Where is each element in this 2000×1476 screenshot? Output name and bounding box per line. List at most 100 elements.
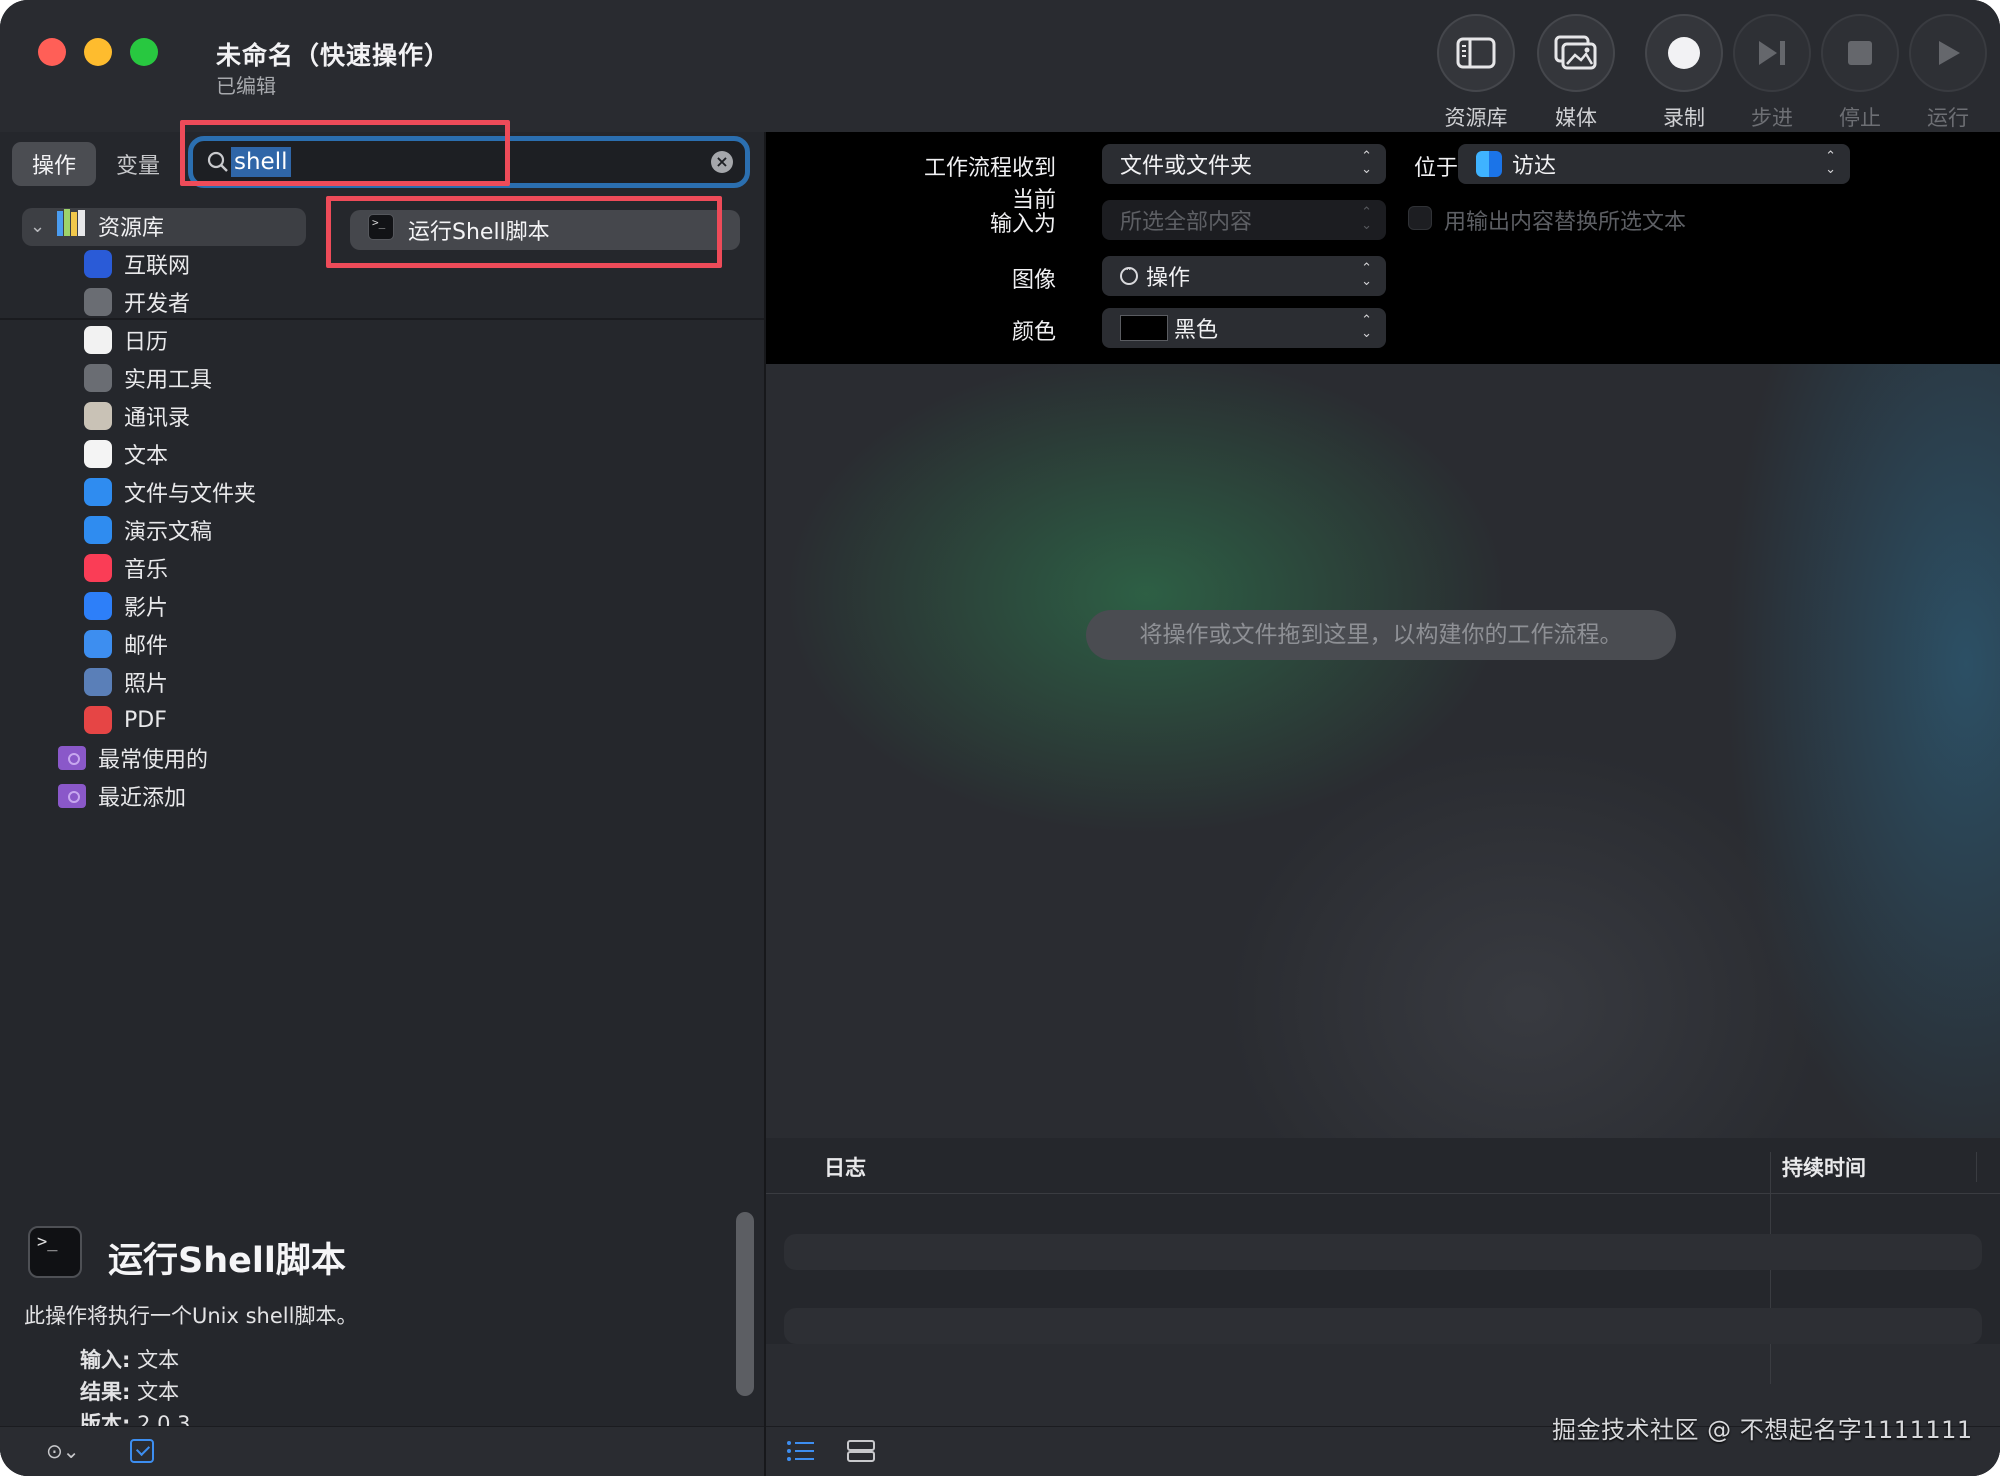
sidebar-item-label: 开发者 [124, 292, 191, 317]
close-window-button[interactable] [38, 38, 66, 66]
sidebar-item-quicktime[interactable]: 影片 [84, 588, 168, 624]
sidebar-item-tools[interactable]: 开发者 [84, 284, 190, 320]
tab-variables[interactable]: 变量 [96, 142, 180, 186]
log-column-header[interactable]: 日志 [824, 1152, 866, 1182]
keynote-icon [84, 516, 112, 544]
globe-icon [84, 250, 112, 278]
clear-search-icon[interactable]: × [711, 151, 733, 173]
tools-icon [84, 288, 112, 316]
sidebar-item-keynote[interactable]: 演示文稿 [84, 512, 212, 548]
workflow-canvas[interactable]: 将操作或文件拖到这里，以构建你的工作流程。 [766, 364, 2000, 1270]
window-title: 未命名（快速操作） [216, 41, 451, 70]
library-toolbar-button[interactable]: 资源库 [1428, 14, 1524, 130]
smart-group-item[interactable]: 最近添加 [58, 778, 186, 814]
input-value: 文本 [137, 1348, 180, 1372]
text-icon [84, 440, 112, 468]
chevron-updown-icon: ⌃ ⌄ [1825, 149, 1836, 177]
sidebar-icon [1456, 37, 1496, 69]
replace-selected-text-checkbox[interactable] [1408, 206, 1432, 230]
chevron-updown-icon: ⌃ ⌄ [1361, 205, 1372, 233]
input-is-popup[interactable]: 所选全部内容 ⌃ ⌄ [1102, 200, 1386, 240]
sidebar-item-utilities[interactable]: 实用工具 [84, 360, 212, 396]
smart-group-label: 最近添加 [98, 786, 187, 811]
smart-folder-icon [58, 784, 86, 808]
sidebar-item-label: 音乐 [124, 558, 169, 583]
image-label: 图像 [1011, 268, 1056, 293]
color-popup[interactable]: 黑色 ⌃ ⌄ [1102, 308, 1386, 348]
media-toolbar-button[interactable]: 媒体 [1528, 14, 1624, 130]
version-label: 版本: [80, 1412, 131, 1426]
run-toolbar-button[interactable]: 运行 [1900, 14, 1996, 130]
receives-popup[interactable]: 文件或文件夹 ⌃ ⌄ [1102, 144, 1386, 184]
minimize-window-button[interactable] [84, 38, 112, 66]
utilities-icon [84, 364, 112, 392]
action-icon [1120, 263, 1138, 285]
description-scrollbar[interactable] [736, 1212, 754, 1396]
image-popup[interactable]: 操作 ⌃⌄ [1102, 256, 1386, 296]
duration-column-header[interactable]: 持续时间 [1782, 1152, 1866, 1182]
description-input: 输入: 文本 [80, 1344, 179, 1374]
description-text: 此操作将执行一个Unix shell脚本。 [24, 1304, 358, 1328]
sidebar-item-pdf[interactable]: PDF [84, 702, 167, 738]
sidebar-item-globe[interactable]: 互联网 [84, 246, 190, 282]
receives-label: 工作流程收到当前 [923, 156, 1056, 213]
sidebar-item-finder[interactable]: 文件与文件夹 [84, 474, 256, 510]
step-icon [1759, 41, 1785, 65]
stop-toolbar-button[interactable]: 停止 [1812, 14, 1908, 130]
chevron-down-icon[interactable]: ⌄ [30, 216, 45, 237]
zoom-window-button[interactable] [130, 38, 158, 66]
sidebar-item-calendar[interactable]: 日历 [84, 322, 168, 358]
automator-window: 未命名（快速操作） 已编辑 资源库 媒体 录制 步进 停止 运行 操作 变量 s… [0, 0, 2000, 1476]
pdf-icon [84, 706, 112, 734]
stop-toolbar-label: 停止 [1839, 106, 1881, 130]
run-toolbar-label: 运行 [1927, 106, 1969, 130]
in-app-value: 访达 [1512, 154, 1557, 179]
tab-actions[interactable]: 操作 [12, 142, 97, 186]
chevron-updown-icon: ⌃ ⌄ [1361, 149, 1372, 177]
image-value: 操作 [1146, 266, 1191, 291]
sidebar-item-text[interactable]: 文本 [84, 436, 168, 472]
workflow-pane: 工作流程收到当前 文件或文件夹 ⌃ ⌄ 位于 访达 ⌃ ⌄ 输入为 所选全部内容 ⌃… [766, 132, 2000, 1476]
run-icon [1939, 41, 1960, 65]
sidebar-item-camera[interactable]: 照片 [84, 664, 168, 700]
finder-icon [1476, 151, 1502, 177]
log-row [784, 1234, 1982, 1270]
sidebar-item-label: 通讯录 [124, 406, 191, 431]
split-view-icon[interactable] [846, 1439, 876, 1463]
sidebar-item-music[interactable]: 音乐 [84, 550, 168, 586]
input-is-value: 所选全部内容 [1120, 210, 1253, 235]
drop-hint: 将操作或文件拖到这里，以构建你的工作流程。 [1086, 610, 1676, 660]
log-header: 日志 持续时间 [766, 1138, 2000, 1194]
chevron-updown-icon: ⌃ ⌄ [1361, 313, 1372, 341]
sidebar-item-label: 互联网 [124, 254, 191, 279]
step-toolbar-label: 步进 [1751, 106, 1793, 130]
sidebar-item-contacts[interactable]: 通讯录 [84, 398, 190, 434]
log-panel: 日志 持续时间 [766, 1138, 2000, 1384]
calendar-icon [84, 326, 112, 354]
contacts-icon [84, 402, 112, 430]
sidebar-item-label: PDF [124, 707, 167, 733]
sidebar-item-mail[interactable]: 邮件 [84, 626, 168, 662]
description-result: 结果: 文本 [80, 1376, 179, 1406]
sidebar-item-label: 影片 [124, 596, 169, 621]
smart-group-item[interactable]: 最常使用的 [58, 740, 208, 776]
description-title: 运行Shell脚本 [108, 1241, 346, 1281]
list-view-icon[interactable] [786, 1439, 816, 1463]
description-version: 版本: 2.0.3 [80, 1408, 191, 1426]
library-tabs: 操作 变量 [12, 142, 180, 186]
more-options-icon[interactable]: ⊙⌄ [46, 1439, 80, 1463]
record-toolbar-button[interactable]: 录制 [1636, 14, 1732, 130]
sidebar-item-label: 日历 [124, 330, 169, 355]
sidebar-item-label: 文件与文件夹 [124, 482, 257, 507]
step-toolbar-button[interactable]: 步进 [1724, 14, 1820, 130]
watermark-text: 掘金技术社区 @ 不想起名字1111111 [1552, 1416, 1973, 1444]
smart-folder-icon [58, 746, 86, 770]
left-bottom-bar: ⊙⌄ [0, 1426, 764, 1476]
stop-icon [1848, 41, 1872, 65]
in-app-popup[interactable]: 访达 ⌃ ⌄ [1458, 144, 1850, 184]
description-toggle-icon[interactable] [130, 1439, 154, 1463]
quicktime-icon [84, 592, 112, 620]
receives-value: 文件或文件夹 [1120, 154, 1253, 179]
version-value: 2.0.3 [137, 1412, 191, 1426]
workflow-config: 工作流程收到当前 文件或文件夹 ⌃ ⌄ 位于 访达 ⌃ ⌄ 输入为 所选全部内容 ⌃… [766, 132, 2000, 364]
